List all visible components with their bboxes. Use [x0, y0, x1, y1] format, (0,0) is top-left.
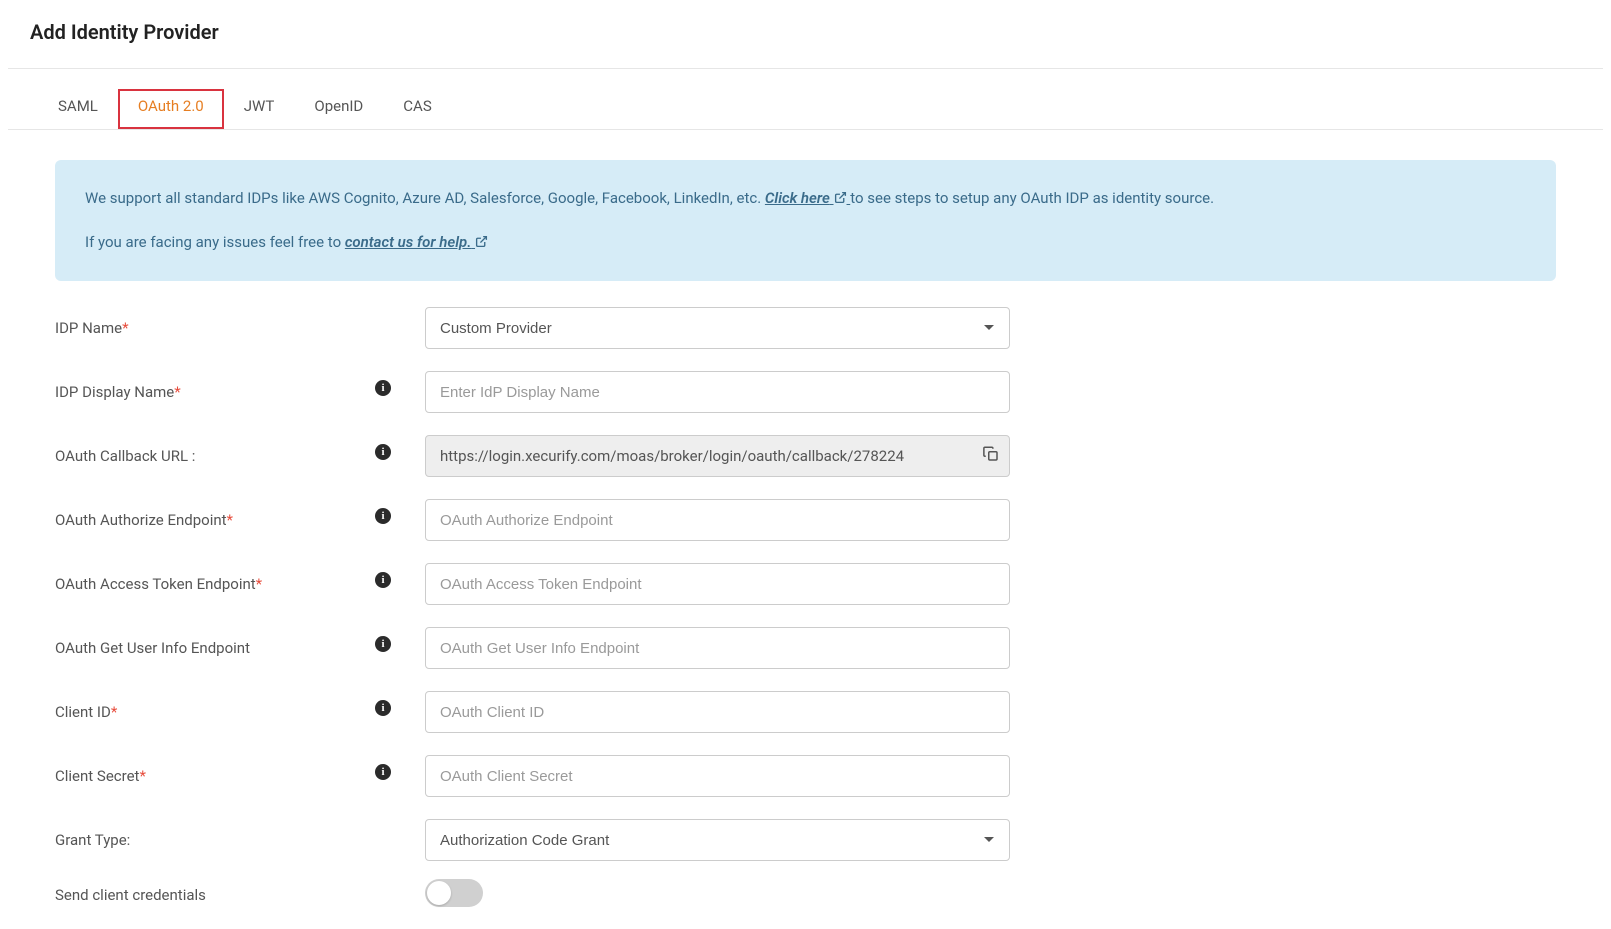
form: IDP Name* Custom Provider IDP Display Na… — [55, 307, 1556, 907]
idp-name-select[interactable]: Custom Provider — [425, 307, 1010, 349]
row-idp-name: IDP Name* Custom Provider — [55, 307, 1556, 349]
required-mark: * — [256, 575, 262, 593]
row-token: OAuth Access Token Endpoint* i — [55, 563, 1556, 605]
info-text-2: to see steps to setup any OAuth IDP as i… — [850, 189, 1214, 207]
required-mark: * — [111, 703, 117, 721]
row-client-id: Client ID* i — [55, 691, 1556, 733]
tab-jwt[interactable]: JWT — [224, 89, 295, 129]
tab-cas[interactable]: CAS — [383, 89, 451, 129]
toggle-knob — [427, 881, 451, 905]
tab-saml[interactable]: SAML — [38, 89, 118, 129]
userinfo-label: OAuth Get User Info Endpoint — [55, 639, 250, 657]
external-link-icon — [475, 229, 488, 258]
authorize-label: OAuth Authorize Endpoint — [55, 511, 227, 529]
info-box: We support all standard IDPs like AWS Co… — [55, 160, 1556, 281]
copy-icon[interactable] — [982, 445, 1000, 467]
row-send-creds: Send client credentials — [55, 883, 1556, 907]
row-grant-type: Grant Type: Authorization Code Grant — [55, 819, 1556, 861]
info-text-3: If you are facing any issues feel free t… — [85, 233, 345, 251]
send-credentials-toggle[interactable] — [425, 879, 483, 907]
tab-oauth[interactable]: OAuth 2.0 — [118, 89, 224, 129]
required-mark: * — [139, 767, 145, 785]
row-client-secret: Client Secret* i — [55, 755, 1556, 797]
required-mark: * — [174, 383, 180, 401]
token-label: OAuth Access Token Endpoint — [55, 575, 256, 593]
idp-display-label: IDP Display Name — [55, 383, 174, 401]
send-creds-label: Send client credentials — [55, 886, 206, 904]
info-icon[interactable]: i — [375, 444, 391, 460]
required-mark: * — [122, 319, 128, 337]
client-id-input[interactable] — [425, 691, 1010, 733]
click-here-link[interactable]: Click here — [765, 189, 850, 207]
row-authorize: OAuth Authorize Endpoint* i — [55, 499, 1556, 541]
userinfo-endpoint-input[interactable] — [425, 627, 1010, 669]
tab-openid[interactable]: OpenID — [294, 89, 383, 129]
info-icon[interactable]: i — [375, 380, 391, 396]
row-callback: OAuth Callback URL : i https://login.xec… — [55, 435, 1556, 477]
grant-type-label: Grant Type: — [55, 831, 130, 849]
contact-us-link[interactable]: contact us for help. — [345, 233, 488, 251]
idp-display-input[interactable] — [425, 371, 1010, 413]
info-icon[interactable]: i — [375, 700, 391, 716]
info-icon[interactable]: i — [375, 764, 391, 780]
info-text-1: We support all standard IDPs like AWS Co… — [85, 189, 765, 207]
client-secret-input[interactable] — [425, 755, 1010, 797]
client-id-label: Client ID — [55, 703, 111, 721]
info-icon[interactable]: i — [375, 572, 391, 588]
callback-label: OAuth Callback URL : — [55, 447, 195, 465]
required-mark: * — [227, 511, 233, 529]
info-icon[interactable]: i — [375, 636, 391, 652]
row-idp-display: IDP Display Name* i — [55, 371, 1556, 413]
tabs: SAML OAuth 2.0 JWT OpenID CAS — [8, 69, 1603, 130]
external-link-icon — [834, 185, 847, 214]
page-title: Add Identity Provider — [0, 0, 1611, 68]
row-userinfo: OAuth Get User Info Endpoint i — [55, 627, 1556, 669]
client-secret-label: Client Secret — [55, 767, 139, 785]
content: We support all standard IDPs like AWS Co… — [0, 130, 1611, 907]
idp-name-label: IDP Name — [55, 319, 122, 337]
callback-url-field: https://login.xecurify.com/moas/broker/l… — [425, 435, 1010, 477]
grant-type-select[interactable]: Authorization Code Grant — [425, 819, 1010, 861]
token-endpoint-input[interactable] — [425, 563, 1010, 605]
info-icon[interactable]: i — [375, 508, 391, 524]
authorize-endpoint-input[interactable] — [425, 499, 1010, 541]
